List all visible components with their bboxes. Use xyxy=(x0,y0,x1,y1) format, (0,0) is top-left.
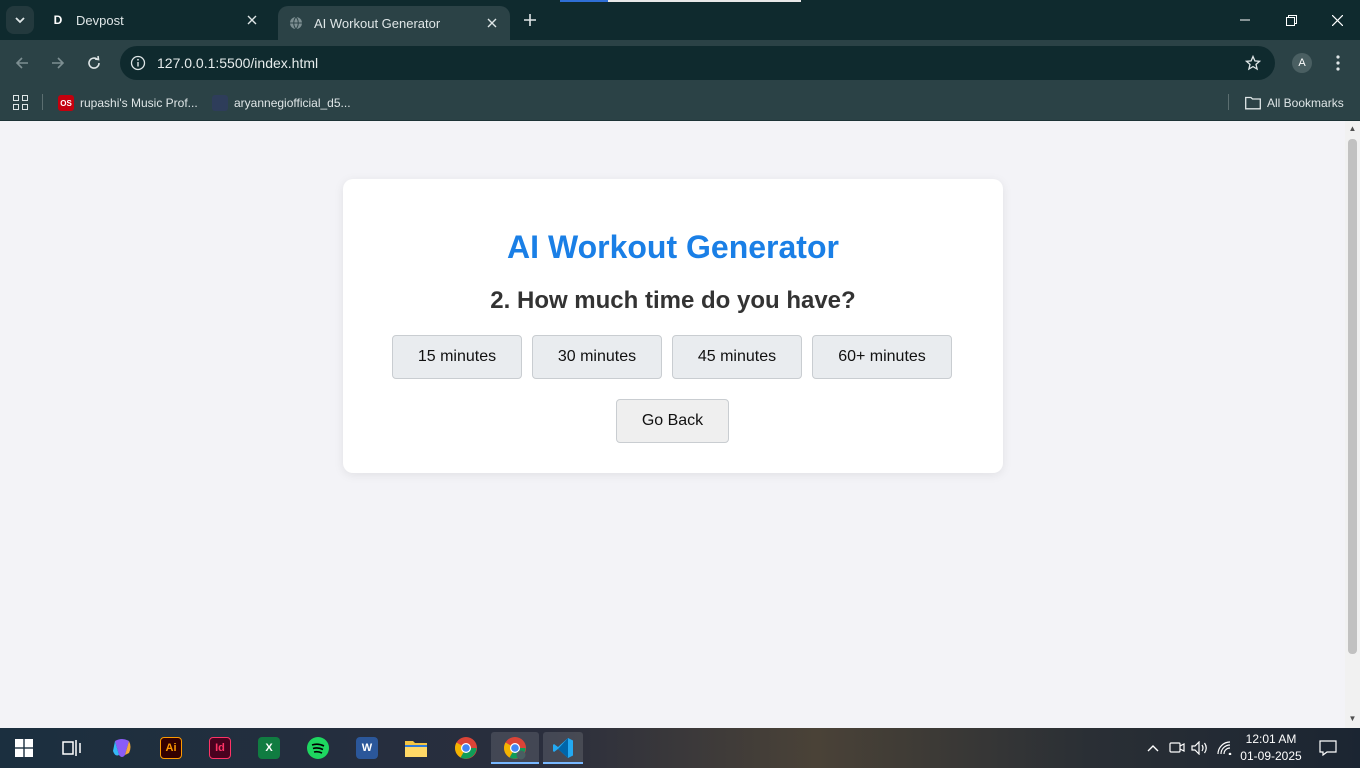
active-app-indicator xyxy=(491,762,539,764)
indesign-icon[interactable]: Id xyxy=(200,732,240,764)
excel-icon[interactable]: X xyxy=(249,732,289,764)
globe-icon xyxy=(288,15,304,31)
clock-time: 12:01 AM xyxy=(1245,732,1297,746)
site-info-icon[interactable] xyxy=(128,53,148,73)
reload-icon xyxy=(88,55,100,69)
scroll-thumb[interactable] xyxy=(1348,139,1357,654)
time-options: 15 minutes 30 minutes 45 minutes 60+ min… xyxy=(392,335,954,379)
tab-title: AI Workout Generator xyxy=(314,15,441,31)
bookmarks-bar: OS rupashi's Music Prof... aryannegioffi… xyxy=(0,86,1360,121)
lastfm-icon: OS xyxy=(58,95,74,111)
show-hidden-icons-icon[interactable] xyxy=(1143,738,1163,758)
notifications-icon[interactable] xyxy=(1318,738,1338,758)
arrow-left-icon xyxy=(15,57,28,69)
tab-accent-bar xyxy=(560,0,608,2)
tab-strip: D Devpost AI Workout Generator xyxy=(0,0,1360,40)
bookmark-favicon-icon xyxy=(212,95,228,111)
close-icon xyxy=(1331,14,1343,26)
bookmark-star-icon[interactable] xyxy=(1243,53,1263,73)
bookmark-item[interactable]: aryannegiofficial_d5... xyxy=(212,92,351,114)
bookmark-label: aryannegiofficial_d5... xyxy=(234,96,351,110)
scroll-up-icon[interactable]: ▲ xyxy=(1348,125,1357,133)
tab-accent-bar xyxy=(608,0,801,2)
page-title: AI Workout Generator xyxy=(507,229,839,265)
windows-taskbar: Ai Id X W 12:01 AM 01-09-2025 xyxy=(0,728,1360,768)
volume-icon[interactable] xyxy=(1190,738,1210,758)
system-clock[interactable]: 12:01 AM 01-09-2025 xyxy=(1236,731,1306,765)
new-tab-button[interactable] xyxy=(518,10,542,30)
arrow-right-icon xyxy=(52,57,65,69)
active-app-indicator xyxy=(543,762,583,764)
meet-now-icon[interactable] xyxy=(1167,738,1187,758)
scroll-down-icon[interactable]: ▼ xyxy=(1348,715,1357,723)
profile-avatar[interactable]: A xyxy=(1292,53,1312,73)
option-30-minutes-button[interactable]: 30 minutes xyxy=(532,335,662,379)
clock-date: 01-09-2025 xyxy=(1240,749,1302,763)
reload-button[interactable] xyxy=(80,49,108,77)
back-button[interactable] xyxy=(8,49,36,77)
devpost-favicon: D xyxy=(53,13,63,27)
start-icon[interactable] xyxy=(4,732,44,764)
bookmark-label: rupashi's Music Prof... xyxy=(80,96,198,110)
workout-card: AI Workout Generator 2. How much time do… xyxy=(343,179,1003,473)
minimize-icon xyxy=(1240,19,1250,21)
url-text: 127.0.0.1:5500/index.html xyxy=(157,55,319,71)
tab-ai-workout[interactable]: AI Workout Generator xyxy=(278,6,510,40)
page-viewport: AI Workout Generator 2. How much time do… xyxy=(0,121,1345,728)
file-explorer-icon[interactable] xyxy=(396,732,436,764)
option-15-minutes-button[interactable]: 15 minutes xyxy=(392,335,522,379)
restore-icon xyxy=(1285,14,1297,26)
minimize-button[interactable] xyxy=(1222,0,1268,40)
close-tab-icon[interactable] xyxy=(482,13,502,33)
word-icon[interactable]: W xyxy=(347,732,387,764)
option-60-minutes-button[interactable]: 60+ minutes xyxy=(812,335,952,379)
option-45-minutes-button[interactable]: 45 minutes xyxy=(672,335,802,379)
folder-icon xyxy=(1245,95,1261,111)
vscode-icon[interactable] xyxy=(543,732,583,764)
illustrator-icon[interactable]: Ai xyxy=(151,732,191,764)
chevron-down-icon xyxy=(15,17,25,24)
more-menu-icon[interactable] xyxy=(1328,53,1348,73)
bookmarks-separator xyxy=(42,94,43,110)
task-view-icon[interactable] xyxy=(52,732,92,764)
address-bar[interactable]: 127.0.0.1:5500/index.html xyxy=(120,46,1275,80)
network-icon[interactable] xyxy=(1215,738,1235,758)
all-bookmarks-button[interactable]: All Bookmarks xyxy=(1245,92,1344,114)
page-scrollbar[interactable]: ▲ ▼ xyxy=(1345,121,1360,728)
tab-search-button[interactable] xyxy=(6,6,34,34)
tab-devpost[interactable]: D Devpost xyxy=(40,0,270,40)
close-tab-icon[interactable] xyxy=(242,10,262,30)
all-bookmarks-label: All Bookmarks xyxy=(1267,96,1344,110)
go-back-button[interactable]: Go Back xyxy=(616,399,729,443)
spotify-icon[interactable] xyxy=(298,732,338,764)
bookmarks-separator xyxy=(1228,94,1229,110)
copilot-icon[interactable] xyxy=(102,732,142,764)
browser-toolbar: 127.0.0.1:5500/index.html A xyxy=(0,40,1360,86)
close-window-button[interactable] xyxy=(1314,0,1360,40)
chrome-profile-icon[interactable] xyxy=(491,732,539,764)
restore-button[interactable] xyxy=(1268,0,1314,40)
question-heading: 2. How much time do you have? xyxy=(490,287,856,314)
tab-title: Devpost xyxy=(76,12,124,28)
chrome-icon[interactable] xyxy=(446,732,486,764)
plus-icon xyxy=(524,14,536,26)
bookmark-item[interactable]: OS rupashi's Music Prof... xyxy=(58,92,198,114)
apps-grid-icon[interactable] xyxy=(10,92,30,112)
forward-button[interactable] xyxy=(44,49,72,77)
